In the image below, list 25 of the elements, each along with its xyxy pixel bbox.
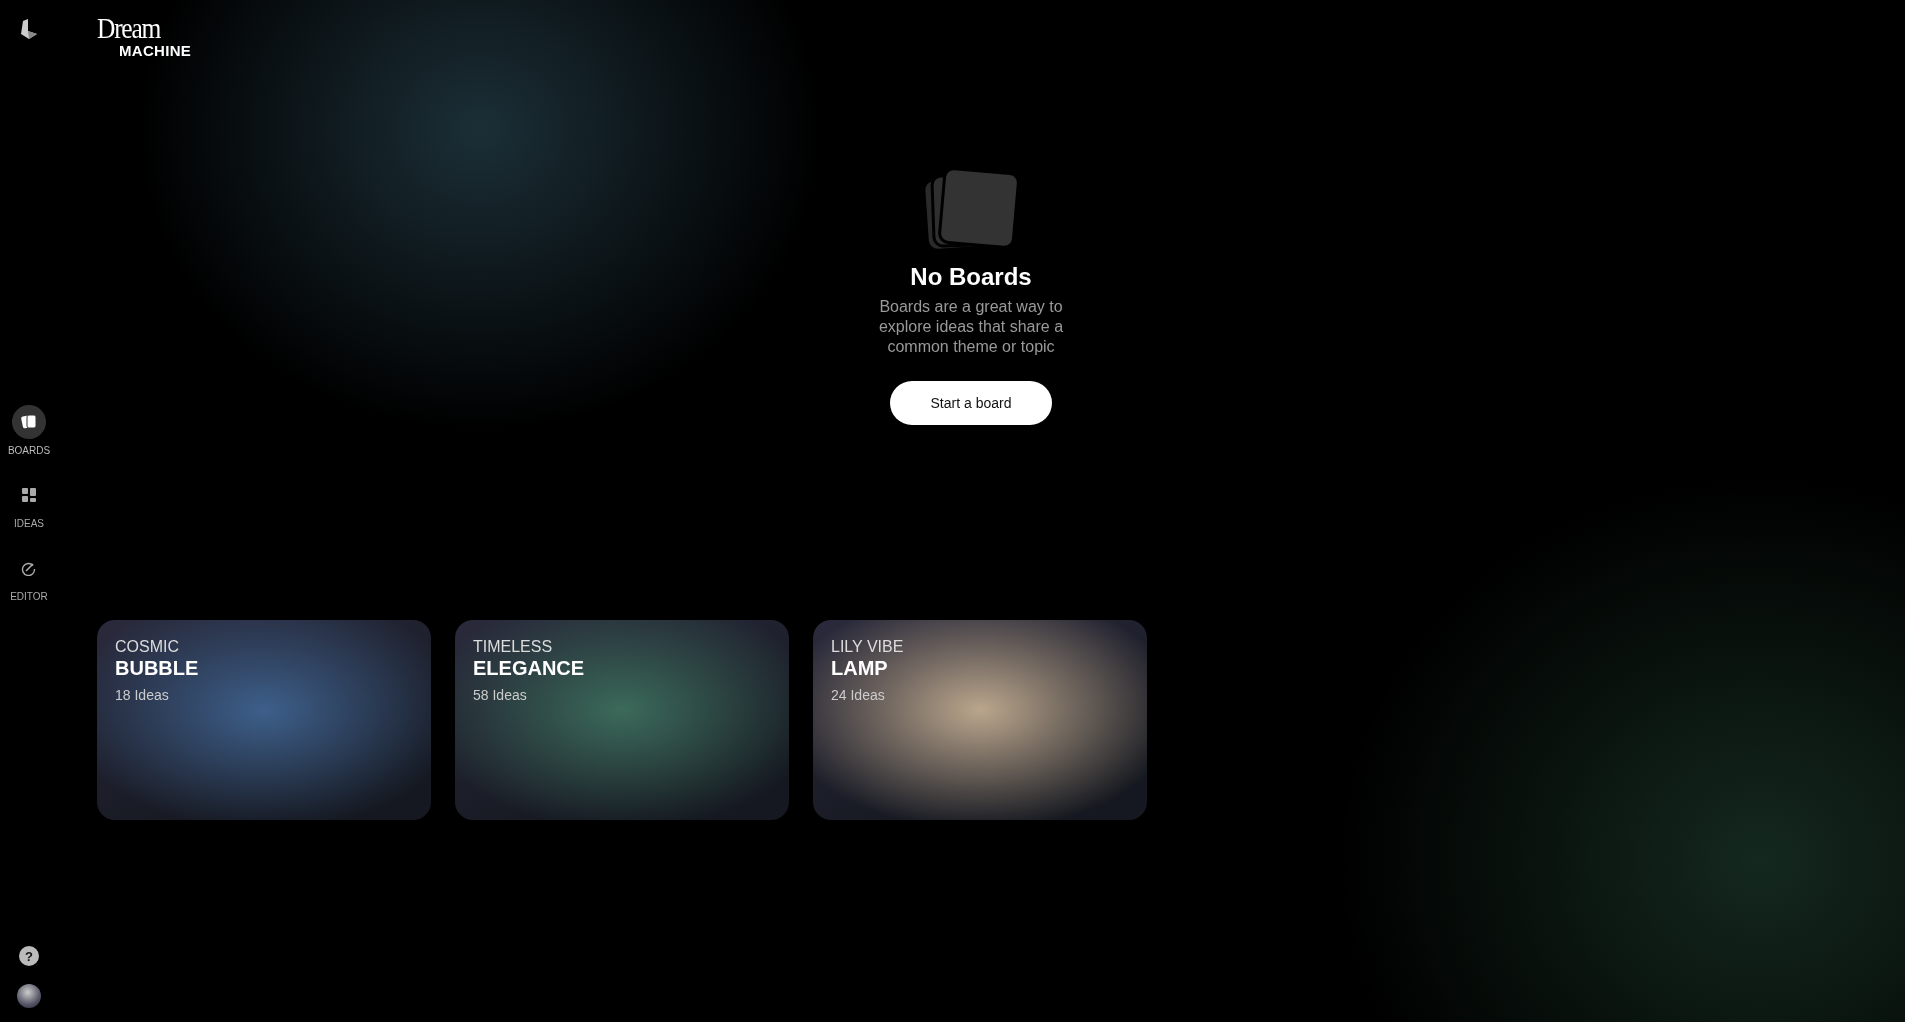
board-subtitle: TIMELESS xyxy=(473,638,553,656)
board-card[interactable]: LILY VIBE LAMP 24 Ideas xyxy=(813,620,1147,820)
idea-count: 18 Ideas xyxy=(115,687,169,703)
empty-description: Boards are a great way to explore ideas that share a common theme or topic xyxy=(877,297,1065,357)
board-card[interactable]: COSMIC BUBBLE 18 Ideas xyxy=(97,620,431,820)
avatar[interactable] xyxy=(17,984,41,1008)
empty-title: No Boards xyxy=(910,263,1032,291)
board-card[interactable]: TIMELESS ELEGANCE 58 Ideas xyxy=(455,620,789,820)
stacked-cards-icon xyxy=(923,169,1019,251)
board-subtitle: COSMIC xyxy=(115,638,179,656)
idea-count: 58 Ideas xyxy=(473,687,527,703)
logo-text: MACHINE xyxy=(119,42,193,59)
idea-count: 24 Ideas xyxy=(831,687,885,703)
logo-text: Dream xyxy=(97,14,162,42)
sidebar-tab[interactable]: IDEAS xyxy=(12,478,46,529)
board-title: BUBBLE xyxy=(115,657,199,680)
help-button[interactable]: ? xyxy=(19,946,39,966)
board-subtitle: LILY VIBE xyxy=(831,638,904,656)
pen-circle-icon xyxy=(21,560,37,576)
sidebar-tab[interactable]: EDITOR xyxy=(10,551,48,602)
cards-icon xyxy=(20,414,38,430)
board-title: LAMP xyxy=(831,657,888,680)
grid-icon xyxy=(22,488,36,502)
board-title: ELEGANCE xyxy=(473,657,585,680)
start-board-button[interactable]: Start a board xyxy=(890,381,1052,425)
